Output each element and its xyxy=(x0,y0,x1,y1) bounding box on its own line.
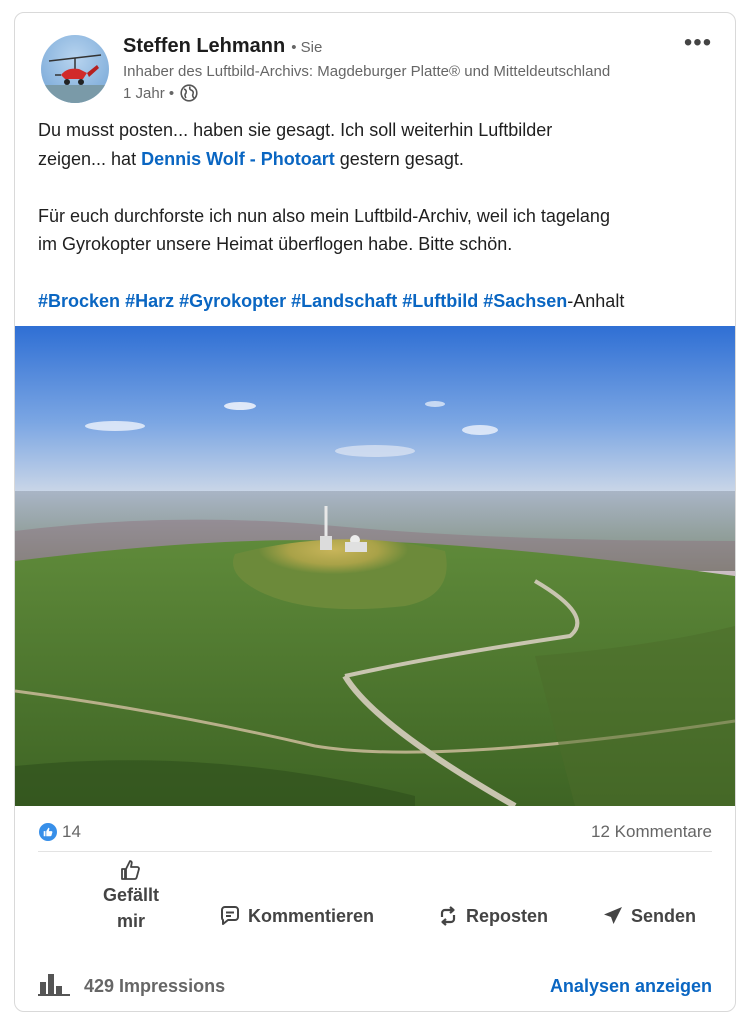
repost-button[interactable]: Reposten xyxy=(436,904,548,928)
send-button[interactable]: Senden xyxy=(601,904,696,928)
more-options-button[interactable]: ••• xyxy=(681,29,715,56)
post-card: Steffen Lehmann • Sie Inhaber des Luftbi… xyxy=(14,12,736,1012)
post-image[interactable] xyxy=(15,326,735,806)
post-paragraph-2-line-1: Für euch durchforste ich nun also mein L… xyxy=(38,205,610,226)
thumbs-up-icon xyxy=(38,822,58,842)
post-header: Steffen Lehmann • Sie Inhaber des Luftbi… xyxy=(15,13,735,118)
author-name[interactable]: Steffen Lehmann xyxy=(123,35,285,58)
post-meta: 1 Jahr • xyxy=(123,84,198,102)
repost-label: Reposten xyxy=(466,905,549,926)
reaction-count: 14 xyxy=(62,822,81,841)
author-line: Steffen Lehmann • Sie xyxy=(123,35,322,58)
author-relation: • Sie xyxy=(291,39,323,56)
post-paragraph-2-line-2: im Gyrokopter unsere Heimat überflogen h… xyxy=(38,234,513,254)
action-bar: Gefällt mir Kommentieren Reposten Senden xyxy=(38,858,712,948)
like-label-line-2: mir xyxy=(116,911,145,931)
hashtag-link[interactable]: #Brocken xyxy=(38,291,120,311)
mention-link[interactable]: Dennis Wolf - Photoart xyxy=(141,149,335,169)
ellipsis-icon: ••• xyxy=(683,29,713,56)
comment-button[interactable]: Kommentieren xyxy=(218,904,374,928)
hashtag-line: #Brocken #Harz #Gyrokopter #Landschaft #… xyxy=(38,287,718,316)
hashtag-link[interactable]: #Luftbild xyxy=(402,291,478,311)
send-label: Senden xyxy=(631,905,697,926)
post-line-1: Du musst posten... haben sie gesagt. Ich… xyxy=(38,120,553,140)
post-line-2-after: gestern gesagt. xyxy=(334,148,464,169)
post-text: Du musst posten... haben sie gesagt. Ich… xyxy=(38,116,718,316)
impressions[interactable]: 429 Impressions xyxy=(38,972,225,1001)
post-time: 1 Jahr • xyxy=(123,84,175,102)
hashtag-link[interactable]: #Landschaft xyxy=(291,291,397,311)
post-footer: 429 Impressions Analysen anzeigen xyxy=(38,971,712,1001)
comment-icon xyxy=(218,904,242,928)
repost-icon xyxy=(436,904,460,928)
avatar[interactable] xyxy=(41,35,109,103)
divider xyxy=(38,851,712,852)
bar-chart-icon xyxy=(38,972,84,1001)
like-label-line-1: Gefällt xyxy=(102,885,159,905)
hashtag-suffix: -Anhalt xyxy=(567,291,625,311)
author-headline: Inhaber des Luftbild-Archivs: Magdeburge… xyxy=(123,63,611,80)
comment-label: Kommentieren xyxy=(248,905,375,926)
send-icon xyxy=(601,904,625,928)
hashtag-link[interactable]: #Gyrokopter xyxy=(179,291,286,311)
thumbs-up-outline-icon xyxy=(119,858,143,882)
comments-count[interactable]: 12 Kommentare xyxy=(591,822,712,842)
hashtag-link[interactable]: #Sachsen xyxy=(483,291,567,311)
analytics-link[interactable]: Analysen anzeigen xyxy=(550,976,712,997)
hashtag-link[interactable]: #Harz xyxy=(125,291,174,311)
gyrocopter-avatar-image xyxy=(41,54,109,103)
reactions-summary[interactable]: 14 xyxy=(38,822,81,842)
globe-icon xyxy=(180,84,198,102)
like-button[interactable]: Gefällt mir xyxy=(76,858,186,934)
social-counts: 14 12 Kommentare xyxy=(38,818,712,846)
post-line-2-before: zeigen... hat xyxy=(38,148,142,169)
impressions-count: 429 Impressions xyxy=(84,975,226,996)
